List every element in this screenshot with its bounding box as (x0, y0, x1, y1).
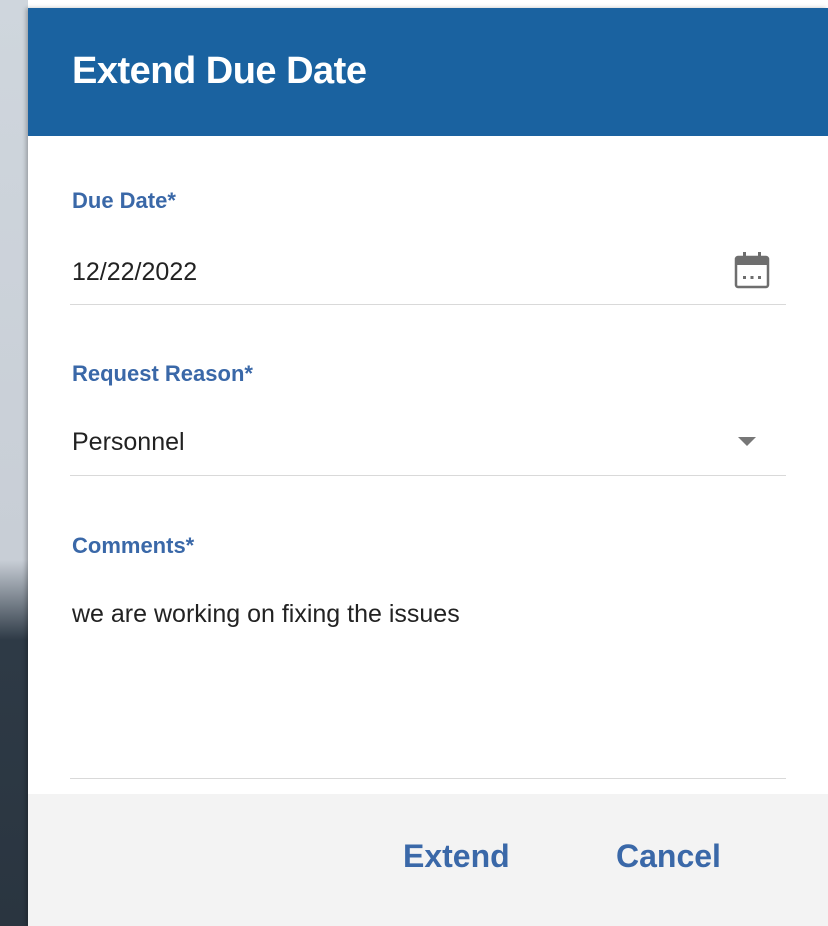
due-date-input[interactable]: 12/22/2022 (72, 258, 197, 287)
due-date-label: Due Date* (72, 188, 176, 213)
dialog-title: Extend Due Date (72, 50, 367, 92)
comments-underline (70, 778, 786, 779)
extend-button[interactable]: Extend (403, 840, 510, 872)
cancel-button[interactable]: Cancel (616, 840, 721, 872)
extend-due-date-dialog: Extend Due Date Due Date* 12/22/2022 Req… (28, 8, 828, 926)
background-page (0, 0, 28, 926)
dialog-header: Extend Due Date (28, 8, 828, 136)
due-date-underline (70, 304, 786, 305)
chevron-down-icon[interactable] (734, 435, 760, 449)
request-reason-underline (70, 475, 786, 476)
comments-textarea[interactable]: we are working on fixing the issues (72, 600, 460, 629)
request-reason-label: Request Reason* (72, 361, 253, 386)
comments-label: Comments* (72, 533, 195, 558)
request-reason-select[interactable]: Personnel (72, 428, 185, 457)
calendar-icon[interactable] (734, 251, 770, 289)
